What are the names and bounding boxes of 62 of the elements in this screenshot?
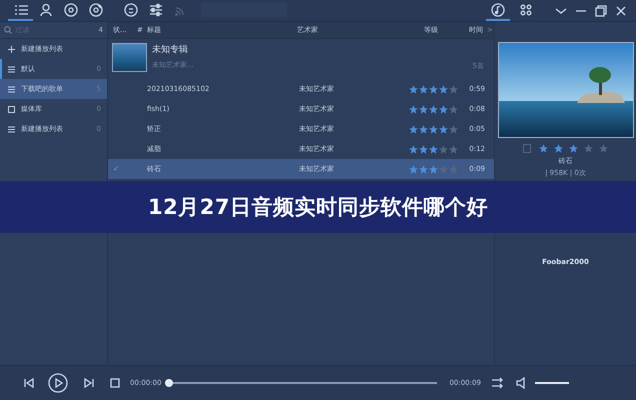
progress-handle[interactable] — [165, 379, 174, 387]
list-icon — [8, 126, 15, 132]
sliders-icon[interactable] — [148, 2, 162, 16]
star-icon — [408, 144, 418, 154]
album-art-placeholder — [112, 43, 147, 72]
star-icon — [584, 144, 593, 153]
previous-icon[interactable] — [22, 376, 36, 390]
square-icon — [523, 144, 531, 153]
star-rating[interactable] — [408, 164, 458, 174]
music-note-icon[interactable] — [491, 2, 505, 16]
album-title: 未知专辑 — [152, 44, 189, 56]
square-icon — [8, 106, 15, 112]
star-icon — [438, 124, 448, 134]
star-icon — [438, 144, 448, 154]
star-icon — [599, 144, 608, 153]
star-icon — [448, 144, 458, 154]
star-icon — [448, 124, 458, 134]
star-icon — [438, 104, 448, 114]
star-icon — [408, 164, 418, 174]
star-icon — [554, 144, 563, 153]
star-rating[interactable] — [408, 104, 458, 114]
person-icon[interactable] — [38, 2, 52, 16]
star-icon — [569, 144, 578, 153]
star-icon — [428, 124, 438, 134]
list-icon[interactable] — [14, 2, 28, 16]
star-icon — [418, 84, 428, 94]
star-icon — [418, 104, 428, 114]
star-icon — [418, 164, 428, 174]
star-icon — [428, 144, 438, 154]
next-icon[interactable] — [82, 376, 96, 390]
star-icon — [448, 104, 458, 114]
star-icon — [408, 124, 418, 134]
star-icon — [448, 84, 458, 94]
grid-icon[interactable] — [519, 2, 533, 16]
star-rating[interactable] — [408, 84, 458, 94]
disc-icon[interactable] — [64, 2, 78, 16]
search-icon — [4, 26, 12, 34]
star-icon — [418, 124, 428, 134]
list-icon — [8, 86, 15, 92]
star-icon — [438, 164, 448, 174]
star-icon — [539, 144, 548, 153]
plus-icon — [8, 46, 15, 52]
banner-title: 12月27日音频实时同步软件哪个好 — [148, 194, 488, 221]
play-icon[interactable] — [48, 373, 68, 393]
smiley-icon[interactable] — [124, 2, 138, 16]
star-icon — [448, 164, 458, 174]
disc-icon[interactable] — [88, 2, 102, 16]
stop-icon[interactable] — [108, 376, 122, 390]
star-icon — [408, 104, 418, 114]
star-icon — [418, 144, 428, 154]
list-icon — [8, 66, 15, 72]
star-icon — [428, 84, 438, 94]
star-rating[interactable] — [408, 144, 458, 154]
restore-icon[interactable] — [594, 4, 608, 18]
star-icon — [428, 104, 438, 114]
star-rating[interactable] — [539, 144, 608, 153]
star-rating[interactable] — [408, 124, 458, 134]
close-icon[interactable] — [614, 4, 628, 18]
star-icon — [408, 84, 418, 94]
star-icon — [428, 164, 438, 174]
shuffle-icon[interactable] — [490, 376, 505, 390]
star-icon — [438, 84, 448, 94]
